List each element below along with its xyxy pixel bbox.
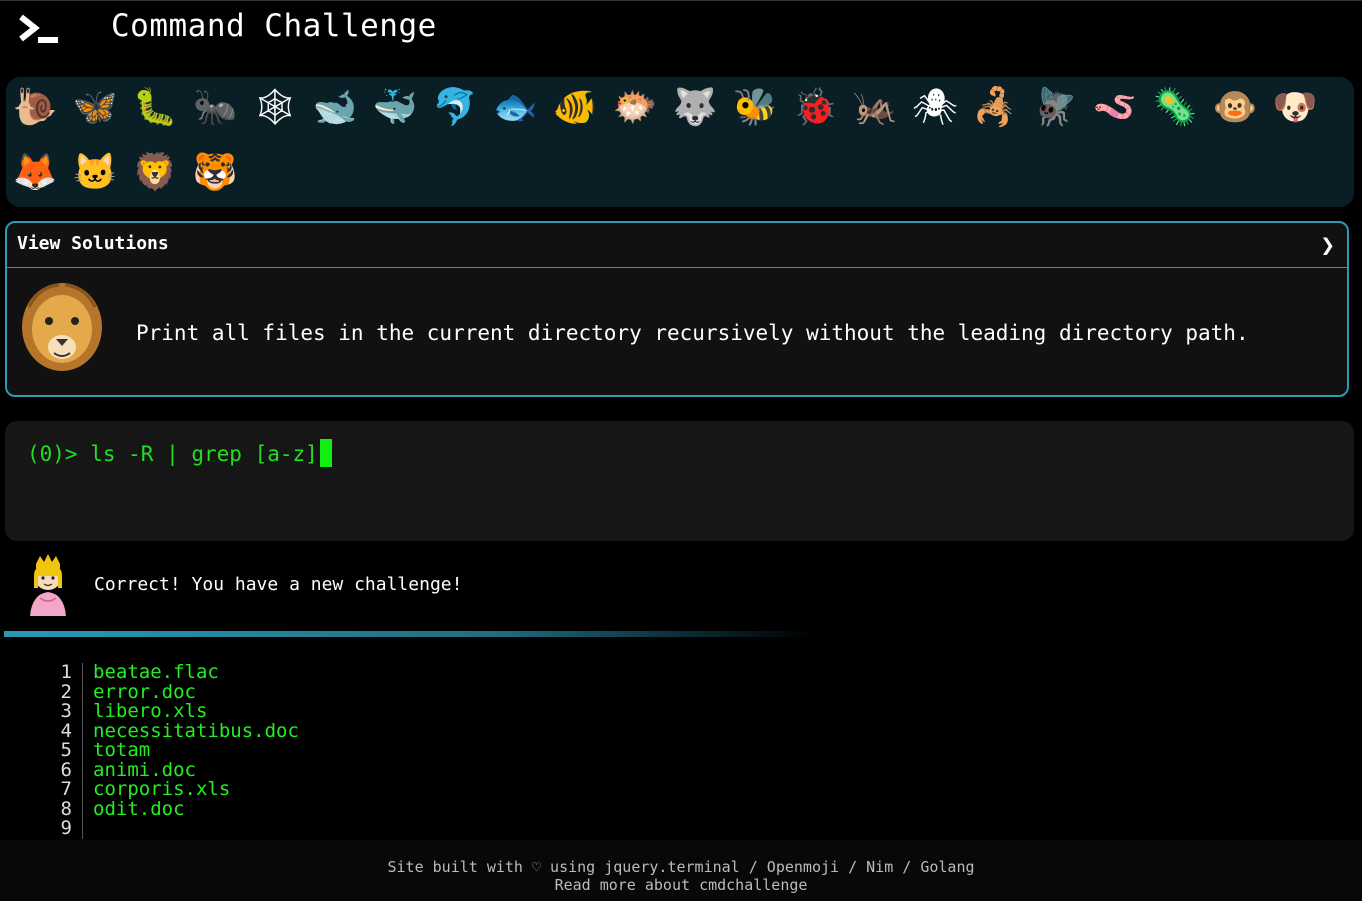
progress-bar [4,631,814,637]
butterfly-icon[interactable]: 🦋 [72,85,118,131]
lady-beetle-icon[interactable]: 🐞 [792,85,838,131]
view-solutions-label[interactable]: View Solutions [17,233,169,254]
blowfish-icon[interactable]: 🐡 [612,85,658,131]
whale-icon[interactable]: 🐋 [312,85,358,131]
princess-icon [22,554,74,616]
line-separator [82,682,83,702]
footer-separator: / [839,858,867,876]
output-line: 1 beatae.flac [0,661,600,683]
read-more-text: Read more about [554,876,700,894]
scorpion-icon[interactable]: 🦂 [972,85,1018,131]
output-line: 9 [0,817,600,839]
microbe-icon[interactable]: 🦠 [1152,85,1198,131]
footer-separator: / [739,858,767,876]
output-line: 7 corporis.xls [0,778,600,800]
line-separator [82,702,83,722]
page-title: Command Challenge [111,8,437,44]
monkey-icon[interactable]: 🐵 [1212,85,1258,131]
fox-icon[interactable]: 🦊 [12,150,58,196]
cmdchallenge-link[interactable]: cmdchallenge [699,876,807,894]
line-number: 5 [60,739,72,761]
line-separator [82,819,83,839]
terminal-cursor [319,439,332,467]
feedback-message: Correct! You have a new challenge! [0,548,1362,628]
output-filename: beatae.flac [93,661,219,683]
line-separator [82,799,83,819]
line-separator [82,721,83,741]
feedback-text: Correct! You have a new challenge! [94,574,463,595]
ant-icon[interactable]: 🐜 [192,85,238,131]
cricket-icon[interactable]: 🦗 [852,85,898,131]
command-output: 1 beatae.flac 2 error.doc 3 libero.xls 4 necess… [0,661,1362,841]
lion-icon [19,277,105,373]
challenge-description: Print all files in the current directory… [136,321,1249,345]
line-separator [82,663,83,683]
line-separator [82,780,83,800]
wolf-icon[interactable]: 🐺 [672,85,718,131]
footer-separator: / [893,858,921,876]
worm-icon[interactable]: 🪱 [1092,85,1138,131]
footer-line-2: Read more about cmdchallenge [0,876,1362,894]
footer-credit-text: Site built with ♡ using [387,858,605,876]
terminal-prompt: (0)> [27,442,91,466]
spider-web-icon[interactable]: 🕸 [252,85,298,131]
fish-icon[interactable]: 🐟 [492,85,538,131]
output-line: 3 libero.xls [0,700,600,722]
output-filename: odit.doc [93,797,185,820]
line-separator [82,760,83,780]
dolphin-icon[interactable]: 🐬 [432,85,478,131]
output-line: 2 error.doc [0,682,600,702]
output-filename: corporis.xls [93,778,231,800]
line-number: 1 [60,661,72,683]
footer: Site built with ♡ using jquery.terminal … [0,858,1362,894]
golang-link[interactable]: Golang [920,858,974,876]
chevron-right-icon[interactable]: ❯ [1321,231,1335,259]
output-line: 4 necessitatibus.doc [0,721,600,741]
footer-line-1: Site built with ♡ using jquery.terminal … [0,858,1362,876]
terminal-command[interactable]: ls -R | grep [a-z] [90,442,318,466]
jquery-terminal-link[interactable]: jquery.terminal [604,858,739,876]
output-filename: totam [93,739,151,761]
output-line: 6 animi.doc [0,760,600,780]
bee-icon[interactable]: 🐝 [732,85,778,131]
spider-icon[interactable]: 🕷 [912,85,958,131]
challenge-panel: View Solutions ❯ Print all files in the … [5,221,1349,397]
output-line: 8 odit.doc [0,797,600,820]
line-separator [82,741,83,761]
challenge-header[interactable]: View Solutions ❯ [7,223,1347,268]
fly-icon[interactable]: 🪰 [1032,85,1078,131]
cat-icon[interactable]: 🐱 [72,150,118,196]
lion-icon[interactable]: 🦁 [132,150,178,196]
terminal[interactable]: (0)> ls -R | grep [a-z] [5,421,1354,541]
openmoji-link[interactable]: Openmoji [767,858,839,876]
tropical-fish-icon[interactable]: 🐠 [552,85,598,131]
spouting-whale-icon[interactable]: 🐳 [372,85,418,131]
line-number: 3 [60,700,72,722]
caterpillar-icon[interactable]: 🐛 [132,85,178,131]
dog-icon[interactable]: 🐶 [1272,85,1318,131]
snail-icon[interactable]: 🐌 [12,85,58,131]
terminal-prompt-icon[interactable] [18,14,60,46]
header: Command Challenge [0,0,1362,70]
challenge-emoji-bar: 🐌 🦋 🐛 🐜 🕸 🐋 🐳 🐬 🐟 🐠 🐡 🐺 🐝 🐞 🦗 🕷 🦂 🪰 🪱 🦠 🐵 🐶 🦊 🐱 🦁 🐯 [6,77,1354,207]
line-number: 7 [60,778,72,800]
nim-link[interactable]: Nim [866,858,893,876]
line-number: 9 [60,817,72,839]
output-line: 5 totam [0,739,600,761]
output-filename: libero.xls [93,700,208,722]
terminal-command-line[interactable]: (0)> ls -R | grep [a-z] [27,439,332,467]
tiger-icon[interactable]: 🐯 [192,150,238,196]
